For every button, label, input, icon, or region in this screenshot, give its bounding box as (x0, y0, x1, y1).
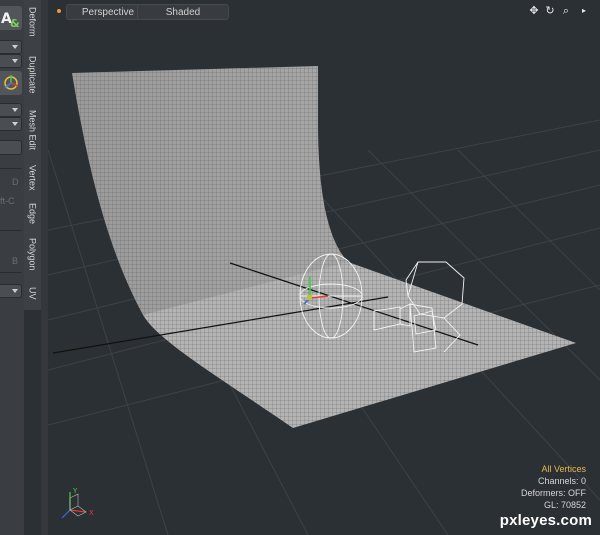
svg-text:Y: Y (72, 487, 78, 495)
selection-mode: All Vertices (541, 464, 586, 474)
watermark: pxleyes.com (499, 512, 592, 529)
transform-tool-icon[interactable] (0, 71, 22, 95)
panel-divider (0, 272, 22, 273)
text-tool-icon[interactable]: A & (0, 6, 22, 30)
scene-canvas[interactable]: Y X (48, 0, 600, 535)
zoom-icon[interactable]: ⌕ (560, 5, 572, 17)
tool-dropdown-3[interactable] (0, 103, 22, 117)
tab-uv[interactable]: UV (24, 282, 41, 304)
axis-indicator-icon: Y X (61, 487, 94, 519)
viewport-header: Perspective Shaded ✥ ↻ ⌕ ▸ (48, 0, 600, 22)
tab-edge[interactable]: Edge (24, 200, 41, 228)
gl-count: GL: 70852 (543, 500, 586, 510)
tab-mesh-edit[interactable]: Mesh Edit (24, 104, 41, 156)
tab-deform[interactable]: Deform (24, 0, 41, 44)
channels-count: Channels: 0 (537, 476, 586, 486)
tool-panel: A & D ft-C B (0, 0, 24, 535)
3d-viewport[interactable]: Y X Perspective Shaded ✥ ↻ ⌕ ▸ All Verti… (48, 0, 600, 535)
tab-vertex[interactable]: Vertex (24, 160, 41, 196)
rotate-icon[interactable]: ↻ (544, 5, 556, 17)
tool-dropdown-2[interactable] (0, 54, 22, 68)
shading-dropdown[interactable]: Shaded (137, 4, 229, 20)
panel-divider (0, 230, 22, 231)
expand-icon[interactable]: ▸ (578, 5, 590, 17)
tool-dropdown-5[interactable] (0, 284, 22, 298)
tool-dropdown-1[interactable] (0, 40, 22, 54)
vertical-tab-strip: Deform Duplicate Mesh Edit Vertex Edge P… (24, 0, 42, 310)
viewport-status: All Vertices Channels: 0 Deformers: OFF … (521, 463, 586, 511)
tool-field[interactable] (0, 140, 22, 155)
tab-polygon[interactable]: Polygon (24, 232, 41, 276)
svg-text:&: & (10, 17, 20, 30)
deformers-state: Deformers: OFF (520, 488, 586, 498)
left-text-1: D (12, 177, 19, 187)
tab-duplicate[interactable]: Duplicate (24, 50, 41, 100)
panel-gutter (41, 0, 48, 535)
left-text-3: B (12, 256, 19, 266)
tool-dropdown-4[interactable] (0, 117, 22, 131)
viewport-menu-dot[interactable] (57, 9, 61, 13)
left-text-2: ft-C (0, 196, 15, 206)
move-icon[interactable]: ✥ (528, 5, 540, 17)
panel-divider (0, 168, 22, 169)
svg-text:X: X (89, 509, 94, 517)
